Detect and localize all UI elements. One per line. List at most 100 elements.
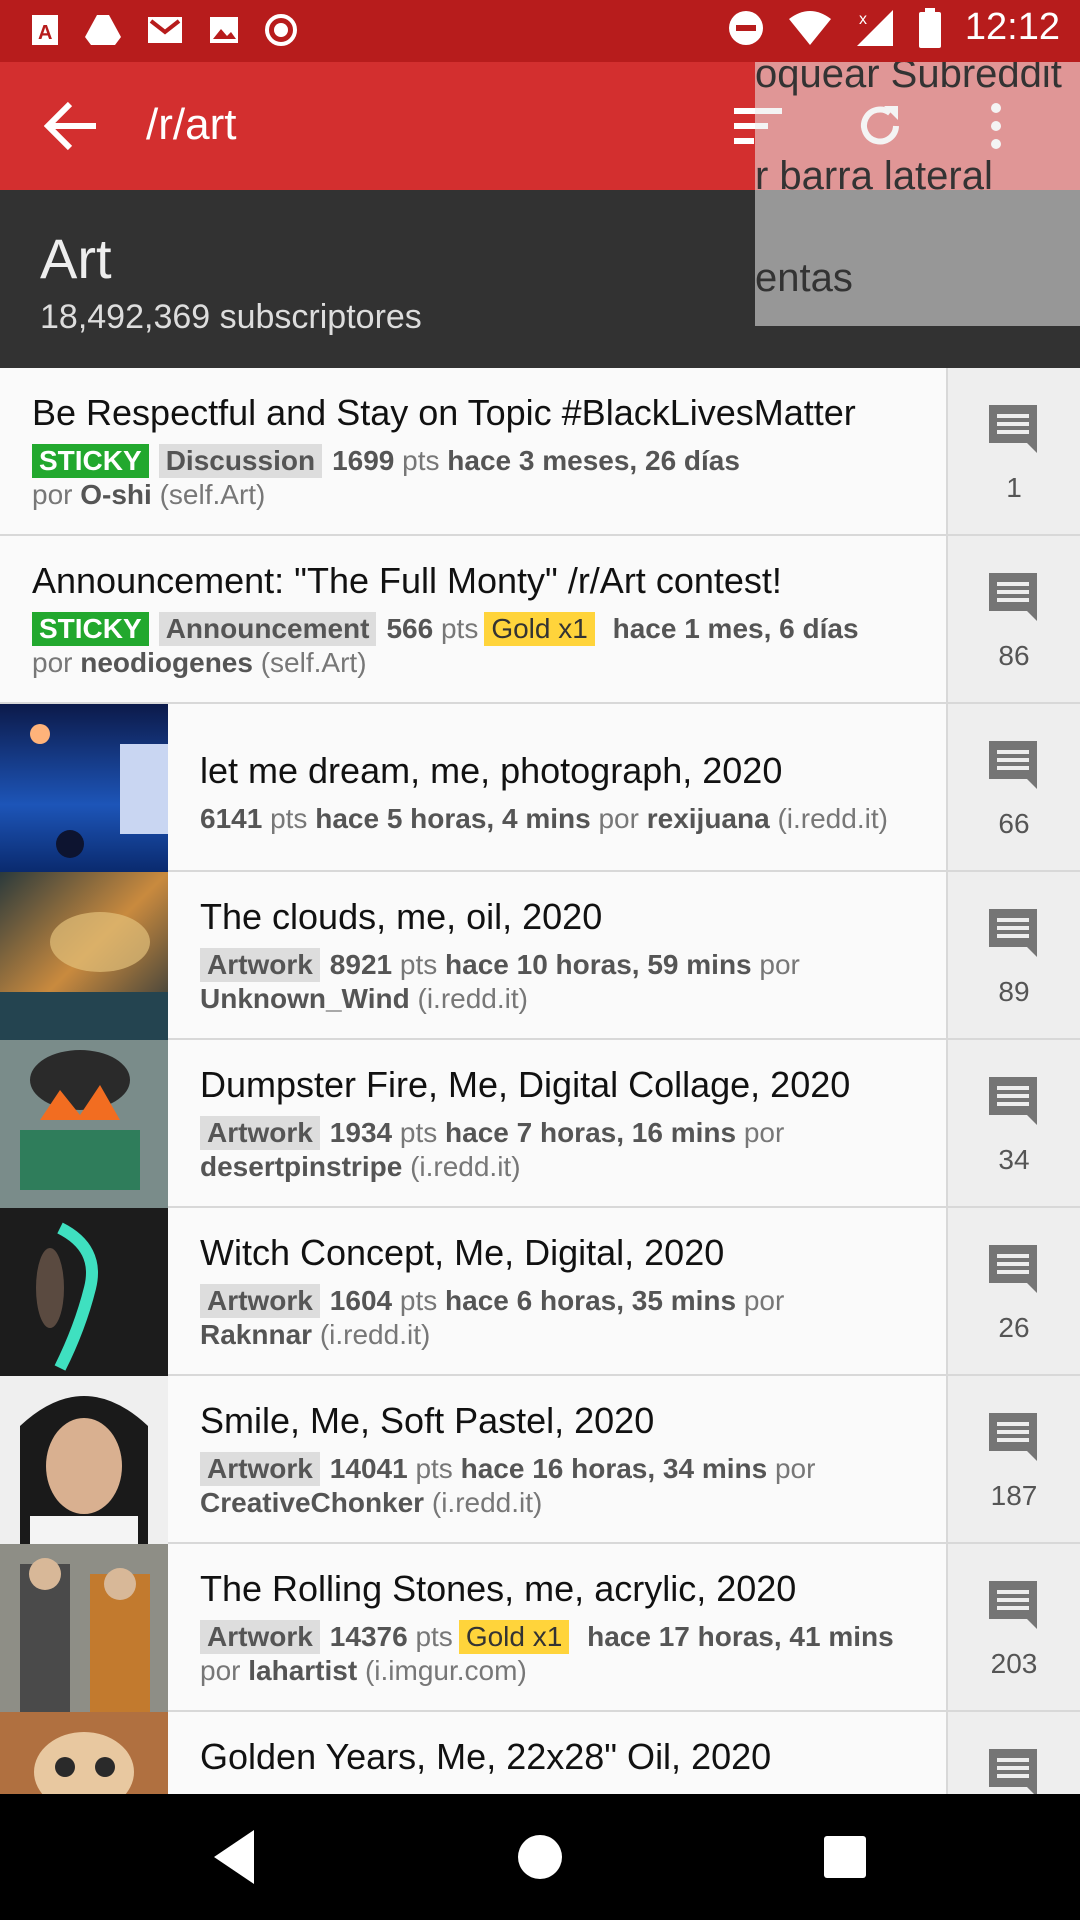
comment-count: 89 bbox=[998, 976, 1030, 1007]
post-title[interactable]: Be Respectful and Stay on Topic #BlackLi… bbox=[32, 392, 940, 434]
wifi-icon bbox=[788, 10, 831, 45]
clock: 12:12 bbox=[964, 6, 1060, 48]
menu-item-tools[interactable]: entas bbox=[755, 256, 853, 301]
post-row[interactable]: Be Respectful and Stay on Topic #BlackLi… bbox=[0, 368, 1080, 536]
post-score: 1934 bbox=[329, 1117, 393, 1148]
post-title[interactable]: let me dream, me, photograph, 2020 bbox=[200, 750, 940, 792]
post-row[interactable]: The clouds, me, oil, 2020 Artwork 8921 pt… bbox=[0, 872, 1080, 1040]
post-title[interactable]: Announcement: "The Full Monty" /r/Art co… bbox=[32, 560, 940, 602]
post-domain: (i.redd.it) bbox=[319, 1319, 431, 1350]
post-author[interactable]: O-shi bbox=[80, 479, 152, 510]
comment-icon bbox=[989, 405, 1037, 453]
menu-item-sidebar[interactable]: r barra lateral bbox=[755, 154, 993, 199]
por-label: por bbox=[774, 1453, 816, 1484]
comment-count: 34 bbox=[998, 1144, 1030, 1175]
post-row[interactable]: Witch Concept, Me, Digital, 2020 Artwork… bbox=[0, 1208, 1080, 1376]
post-score: 566 bbox=[386, 613, 434, 644]
post-row[interactable]: Golden Years, Me, 22x28" Oil, 2020 bbox=[0, 1712, 1080, 1794]
post-domain: (i.redd.it) bbox=[410, 1151, 521, 1182]
flair-badge: Artwork bbox=[200, 1284, 320, 1318]
sticky-badge: STICKY bbox=[32, 612, 149, 646]
gallery-notification-icon bbox=[210, 17, 238, 43]
post-time: hace 7 horas, 16 mins bbox=[445, 1117, 737, 1148]
post-row[interactable]: Announcement: "The Full Monty" /r/Art co… bbox=[0, 536, 1080, 704]
post-list[interactable]: Be Respectful and Stay on Topic #BlackLi… bbox=[0, 368, 1080, 1794]
post-domain: (i.redd.it) bbox=[777, 803, 888, 834]
post-row[interactable]: Dumpster Fire, Me, Digital Collage, 2020… bbox=[0, 1040, 1080, 1208]
flair-badge: Artwork bbox=[200, 1116, 320, 1150]
post-title[interactable]: The clouds, me, oil, 2020 bbox=[200, 896, 940, 938]
post-author[interactable]: Unknown_Wind bbox=[200, 983, 410, 1014]
comments-button[interactable]: 1 bbox=[946, 368, 1080, 534]
post-author[interactable]: lahartist bbox=[248, 1655, 357, 1686]
por-label: por bbox=[743, 1117, 785, 1148]
menu-item-block-subreddit[interactable]: oquear Subreddit bbox=[755, 62, 1062, 97]
comment-icon bbox=[989, 1581, 1037, 1629]
post-title[interactable]: Golden Years, Me, 22x28" Oil, 2020 bbox=[200, 1736, 940, 1778]
pts-label: pts bbox=[399, 1117, 438, 1148]
pts-label: pts bbox=[415, 1621, 453, 1652]
post-domain: (i.redd.it) bbox=[417, 983, 528, 1014]
post-score: 1699 bbox=[332, 445, 395, 476]
comment-icon bbox=[989, 573, 1037, 621]
comments-button[interactable]: 86 bbox=[946, 536, 1080, 702]
post-title[interactable]: The Rolling Stones, me, acrylic, 2020 bbox=[200, 1568, 940, 1610]
post-title[interactable]: Smile, Me, Soft Pastel, 2020 bbox=[200, 1400, 940, 1442]
nav-home-icon[interactable] bbox=[507, 1824, 573, 1890]
post-domain: (i.redd.it) bbox=[431, 1487, 543, 1518]
post-row[interactable]: let me dream, me, photograph, 2020 6141 … bbox=[0, 704, 1080, 872]
flair-badge: Discussion bbox=[158, 444, 323, 478]
post-thumbnail[interactable] bbox=[0, 1208, 168, 1376]
por-label: por bbox=[32, 647, 73, 678]
comment-icon bbox=[989, 1245, 1037, 1293]
post-title[interactable]: Dumpster Fire, Me, Digital Collage, 2020 bbox=[200, 1064, 940, 1106]
post-time: hace 6 horas, 35 mins bbox=[445, 1285, 737, 1316]
record-notification-icon bbox=[265, 14, 297, 46]
pts-label: pts bbox=[440, 613, 479, 644]
svg-text:A: A bbox=[38, 22, 52, 44]
pts-label: pts bbox=[399, 1285, 438, 1316]
comments-button[interactable]: 187 bbox=[946, 1376, 1080, 1542]
post-author[interactable]: rexijuana bbox=[647, 803, 770, 834]
post-thumbnail[interactable] bbox=[0, 704, 168, 872]
comments-button[interactable]: 89 bbox=[946, 872, 1080, 1038]
comment-count: 26 bbox=[998, 1312, 1030, 1343]
post-thumbnail[interactable] bbox=[0, 1376, 168, 1544]
drive-notification-icon bbox=[85, 15, 121, 45]
post-time: hace 17 horas, 41 mins bbox=[587, 1621, 894, 1652]
subscriber-count: 18,492,369 subscriptores bbox=[40, 298, 422, 336]
nav-recents-icon[interactable] bbox=[812, 1824, 878, 1890]
por-label: por bbox=[598, 803, 639, 834]
system-navigation-bar bbox=[0, 1794, 1080, 1920]
nav-back-icon[interactable] bbox=[202, 1824, 268, 1890]
post-row[interactable]: The Rolling Stones, me, acrylic, 2020 Ar… bbox=[0, 1544, 1080, 1712]
post-author[interactable]: Raknnar bbox=[200, 1319, 312, 1350]
post-thumbnail[interactable] bbox=[0, 1712, 168, 1794]
comments-button[interactable]: 203 bbox=[946, 1544, 1080, 1710]
post-row[interactable]: Smile, Me, Soft Pastel, 2020 Artwork 1404… bbox=[0, 1376, 1080, 1544]
pts-label: pts bbox=[399, 949, 438, 980]
post-time: hace 10 horas, 59 mins bbox=[445, 949, 752, 980]
post-time: hace 3 meses, 26 días bbox=[447, 445, 740, 476]
post-author[interactable]: CreativeChonker bbox=[200, 1487, 424, 1518]
pts-label: pts bbox=[415, 1453, 453, 1484]
gold-badge: Gold x1 bbox=[484, 612, 595, 646]
post-title[interactable]: Witch Concept, Me, Digital, 2020 bbox=[200, 1232, 940, 1274]
post-time: hace 16 horas, 34 mins bbox=[460, 1453, 768, 1484]
post-author[interactable]: neodiogenes bbox=[80, 647, 253, 678]
flair-badge: Artwork bbox=[200, 1452, 320, 1486]
flair-badge: Artwork bbox=[200, 948, 320, 982]
flair-badge: Artwork bbox=[200, 1620, 320, 1654]
comments-button[interactable]: 34 bbox=[946, 1040, 1080, 1206]
post-thumbnail[interactable] bbox=[0, 1544, 168, 1712]
post-author[interactable]: desertpinstripe bbox=[200, 1151, 402, 1182]
comments-button[interactable]: 26 bbox=[946, 1208, 1080, 1374]
overflow-menu-popup: oquear Subreddit r barra lateral entas bbox=[755, 62, 1080, 326]
comments-button[interactable]: 66 bbox=[946, 704, 1080, 870]
pts-label: pts bbox=[270, 803, 308, 834]
comments-button[interactable] bbox=[946, 1712, 1080, 1794]
post-thumbnail[interactable] bbox=[0, 1040, 168, 1208]
back-arrow-icon[interactable] bbox=[44, 100, 100, 152]
post-thumbnail[interactable] bbox=[0, 872, 168, 1040]
por-label: por bbox=[200, 1655, 241, 1686]
